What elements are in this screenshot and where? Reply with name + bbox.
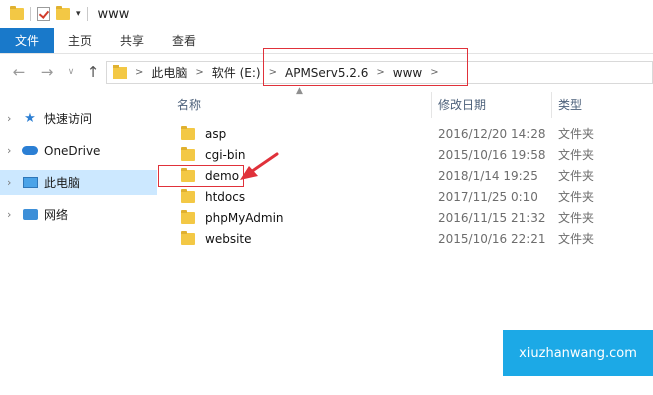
computer-icon bbox=[22, 176, 38, 190]
file-name: htdocs bbox=[205, 189, 246, 204]
file-type: 文件夹 bbox=[558, 169, 595, 183]
file-row[interactable]: website 2015/10/16 22:21 文件夹 bbox=[175, 228, 605, 249]
sidebar-item-label: OneDrive bbox=[44, 143, 101, 158]
file-name: asp bbox=[205, 126, 227, 141]
file-type: 文件夹 bbox=[558, 232, 595, 246]
chevron-right-icon[interactable]: › bbox=[7, 112, 17, 125]
file-modified: 2015/10/16 19:58 bbox=[438, 147, 546, 162]
file-name: phpMyAdmin bbox=[205, 210, 284, 225]
column-divider[interactable] bbox=[551, 92, 552, 118]
path-highlight-annotation bbox=[263, 48, 468, 86]
file-modified: 2016/11/15 21:32 bbox=[438, 210, 546, 225]
file-row[interactable]: htdocs 2017/11/25 0:10 文件夹 bbox=[175, 186, 605, 207]
file-type: 文件夹 bbox=[558, 127, 595, 141]
network-icon bbox=[22, 208, 38, 222]
sort-ascending-icon: ▲ bbox=[296, 86, 303, 96]
watermark-text: xiuzhanwang.com bbox=[519, 345, 637, 361]
sidebar-item-this-pc[interactable]: › 此电脑 bbox=[0, 170, 157, 195]
file-modified: 2016/12/20 14:28 bbox=[438, 126, 546, 141]
chevron-right-icon[interactable]: › bbox=[7, 144, 17, 157]
arrow-right-icon[interactable]: → bbox=[38, 63, 56, 81]
file-modified: 2018/1/14 19:25 bbox=[438, 168, 538, 183]
folder-icon bbox=[10, 6, 24, 20]
arrow-up-icon[interactable]: ↑ bbox=[84, 63, 102, 81]
chevron-right-icon[interactable]: › bbox=[7, 208, 17, 221]
file-name: website bbox=[205, 231, 252, 246]
file-row[interactable]: asp 2016/12/20 14:28 文件夹 bbox=[175, 123, 605, 144]
properties-check-icon[interactable] bbox=[37, 7, 50, 21]
column-header-modified[interactable]: 修改日期 bbox=[438, 96, 486, 113]
tab-share[interactable]: 共享 bbox=[106, 28, 158, 53]
breadcrumb-this-pc[interactable]: 此电脑 bbox=[151, 64, 187, 81]
watermark-badge: xiuzhanwang.com bbox=[503, 330, 653, 376]
column-divider[interactable] bbox=[431, 92, 432, 118]
file-row[interactable]: phpMyAdmin 2016/11/15 21:32 文件夹 bbox=[175, 207, 605, 228]
annotation-arrow-icon bbox=[240, 152, 279, 180]
folder-icon bbox=[181, 209, 195, 224]
tab-home[interactable]: 主页 bbox=[54, 28, 106, 53]
file-type: 文件夹 bbox=[558, 148, 595, 162]
sidebar-item-quick-access[interactable]: › ★ 快速访问 bbox=[0, 106, 157, 131]
folder-icon bbox=[181, 188, 195, 203]
new-folder-icon[interactable] bbox=[56, 6, 70, 20]
sidebar-item-onedrive[interactable]: › OneDrive bbox=[0, 138, 157, 163]
arrow-left-icon[interactable]: ← bbox=[10, 63, 28, 81]
sidebar-item-label: 快速访问 bbox=[44, 112, 93, 126]
window-title: www bbox=[97, 6, 130, 22]
breadcrumb-drive-e[interactable]: 软件 (E:) bbox=[212, 64, 261, 81]
demo-highlight-annotation bbox=[158, 165, 244, 187]
chevron-right-icon[interactable]: › bbox=[7, 176, 17, 189]
sidebar-item-label: 此电脑 bbox=[44, 176, 81, 190]
file-type: 文件夹 bbox=[558, 190, 595, 204]
star-icon: ★ bbox=[24, 111, 36, 126]
chevron-right-icon[interactable]: > bbox=[195, 67, 203, 78]
file-type: 文件夹 bbox=[558, 211, 595, 225]
navigation-pane: › ★ 快速访问 › OneDrive › 此电脑 › 网络 bbox=[0, 92, 157, 395]
chevron-down-icon[interactable]: ∨ bbox=[62, 63, 80, 81]
title-bar: ▾ www bbox=[0, 0, 653, 28]
quick-access-toolbar: ▾ bbox=[0, 6, 88, 21]
folder-icon bbox=[113, 64, 127, 79]
chevron-right-icon[interactable]: > bbox=[135, 67, 143, 78]
tab-view[interactable]: 查看 bbox=[158, 28, 210, 53]
toolbar-divider bbox=[30, 7, 31, 21]
toolbar-divider bbox=[86, 7, 88, 21]
customize-dropdown-icon[interactable]: ▾ bbox=[76, 9, 81, 19]
sidebar-item-label: 网络 bbox=[44, 208, 69, 222]
folder-icon bbox=[181, 125, 195, 140]
folder-icon bbox=[181, 230, 195, 245]
sidebar-item-network[interactable]: › 网络 bbox=[0, 202, 157, 227]
file-modified: 2015/10/16 22:21 bbox=[438, 231, 546, 246]
column-header-name[interactable]: 名称 bbox=[177, 96, 201, 113]
column-header-type[interactable]: 类型 bbox=[558, 96, 582, 113]
cloud-icon bbox=[22, 144, 38, 158]
file-modified: 2017/11/25 0:10 bbox=[438, 189, 538, 204]
tab-file[interactable]: 文件 bbox=[0, 28, 54, 53]
folder-icon bbox=[181, 146, 195, 161]
